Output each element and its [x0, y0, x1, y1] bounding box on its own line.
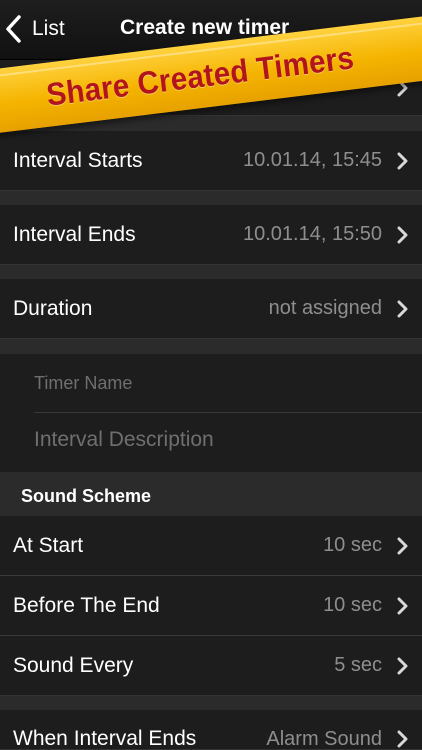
- chevron-right-icon: [397, 597, 408, 614]
- duration-row[interactable]: Duration not assigned: [0, 279, 422, 339]
- timer-name-field[interactable]: Timer Name: [34, 373, 132, 394]
- timer-info-fields: Timer Name Interval Description: [0, 354, 422, 472]
- when-interval-ends-label: When Interval Ends: [13, 727, 197, 750]
- sound-every-value: 5 sec: [334, 654, 382, 676]
- sound-scheme-section-header: Sound Scheme: [0, 474, 422, 516]
- before-the-end-row[interactable]: Before The End 10 sec: [0, 576, 422, 636]
- sound-every-row[interactable]: Sound Every 5 sec: [0, 636, 422, 696]
- when-interval-ends-row[interactable]: When Interval Ends Alarm Sound: [0, 710, 422, 750]
- at-start-value: 10 sec: [323, 534, 382, 556]
- chevron-right-icon: [397, 657, 408, 674]
- at-start-label: At Start: [13, 533, 84, 557]
- before-the-end-value: 10 sec: [323, 594, 382, 616]
- back-button[interactable]: List: [4, 12, 65, 46]
- interval-starts-value: 10.01.14, 15:45: [242, 149, 382, 171]
- chevron-right-icon: [397, 226, 408, 243]
- sound-every-label: Sound Every: [13, 653, 134, 677]
- chevron-left-icon: [6, 15, 21, 43]
- interval-starts-label: Interval Starts: [13, 148, 143, 172]
- interval-ends-row[interactable]: Interval Ends 10.01.14, 15:50: [0, 205, 422, 265]
- section-title: Sound Scheme: [21, 486, 152, 506]
- chevron-right-icon: [397, 300, 408, 317]
- chevron-right-icon: [397, 730, 408, 748]
- duration-value: not assigned: [268, 297, 382, 319]
- before-the-end-label: Before The End: [13, 593, 160, 617]
- chevron-right-icon: [397, 537, 408, 554]
- interval-ends-value: 10.01.14, 15:50: [242, 223, 382, 245]
- interval-description-field[interactable]: Interval Description: [34, 428, 214, 452]
- interval-starts-row[interactable]: Interval Starts 10.01.14, 15:45: [0, 131, 422, 191]
- duration-label: Duration: [13, 296, 93, 320]
- field-divider: [34, 412, 422, 413]
- back-label: List: [32, 17, 65, 40]
- at-start-row[interactable]: At Start 10 sec: [0, 516, 422, 576]
- interval-ends-label: Interval Ends: [13, 222, 136, 246]
- when-interval-ends-value: Alarm Sound: [266, 728, 382, 750]
- chevron-right-icon: [397, 152, 408, 169]
